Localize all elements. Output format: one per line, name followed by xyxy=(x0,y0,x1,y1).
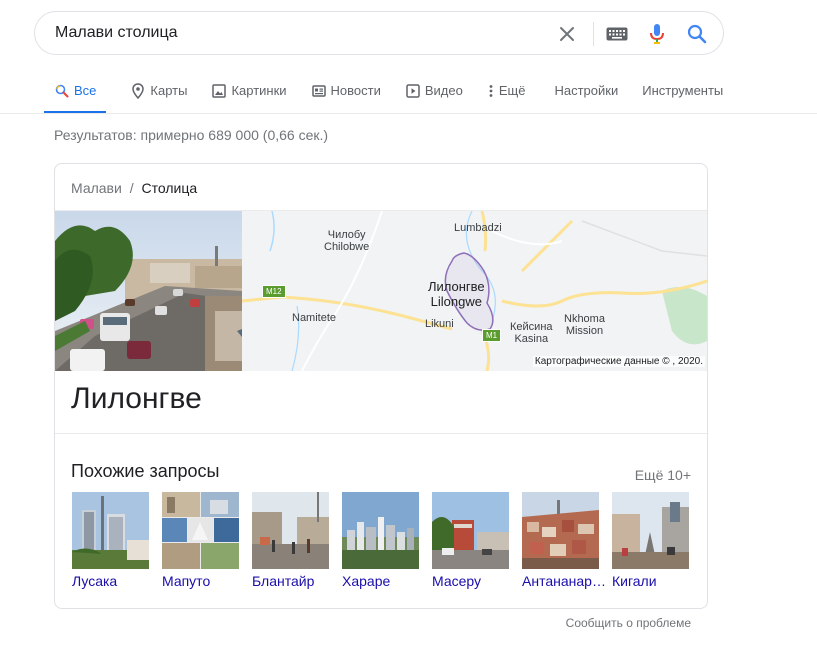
tab-label: Ещё xyxy=(498,83,526,98)
city-photo[interactable] xyxy=(55,211,242,371)
tab-label: Видео xyxy=(424,83,463,98)
related-label: Масеру xyxy=(432,573,482,589)
close-icon[interactable] xyxy=(555,22,579,46)
map-pin-icon xyxy=(130,83,146,99)
related-list: Лусака Мапуто Блантайр Хараре Масеру Ант… xyxy=(72,492,702,589)
related-more-link[interactable]: Ещё 10+ xyxy=(635,467,691,483)
related-item-harare[interactable]: Хараре xyxy=(342,492,419,589)
breadcrumb: Малави / Столица xyxy=(71,180,197,196)
related-title: Похожие запросы xyxy=(71,461,220,481)
tab-all[interactable]: Все xyxy=(44,76,107,114)
tab-more[interactable]: Ещё xyxy=(487,76,526,114)
search-divider xyxy=(593,22,594,46)
map-label-nkhoma: Nkhoma Mission xyxy=(564,313,605,337)
search-icon xyxy=(54,83,70,99)
related-thumbnail xyxy=(522,492,599,569)
related-item-maputo[interactable]: Мапуто xyxy=(162,492,239,589)
tab-video[interactable]: Видео xyxy=(405,76,463,114)
tab-images[interactable]: Картинки xyxy=(211,76,287,114)
road-badge-m1: M1 xyxy=(482,329,502,342)
tab-tools[interactable]: Инструменты xyxy=(642,76,723,114)
knowledge-card: Малави / Столица Чилобу Chilobwe Lumbadz… xyxy=(54,163,708,609)
media-row: Чилобу Chilobwe Lumbadzi Лилонгве Lilongwe… xyxy=(55,210,707,371)
tab-label: Новости xyxy=(330,83,381,98)
keyboard-icon[interactable] xyxy=(605,22,629,46)
related-thumbnail xyxy=(432,492,509,569)
related-item-kigali[interactable]: Кигали xyxy=(612,492,689,589)
related-item-maseru[interactable]: Масеру xyxy=(432,492,509,589)
breadcrumb-parent[interactable]: Малави xyxy=(71,180,122,196)
map-label-kasina: Кейсина Kasina xyxy=(510,321,553,345)
map-label-lumbadzi: Lumbadzi xyxy=(454,222,502,234)
video-icon xyxy=(405,83,421,99)
breadcrumb-separator: / xyxy=(129,180,134,196)
related-label: Хараре xyxy=(342,573,391,589)
map[interactable]: Чилобу Chilobwe Lumbadzi Лилонгве Lilongwe… xyxy=(242,211,707,371)
tab-news[interactable]: Новости xyxy=(311,76,381,114)
related-thumbnail xyxy=(342,492,419,569)
map-attribution: Картографические данные © , 2020. xyxy=(532,356,705,367)
search-icon[interactable] xyxy=(685,22,709,46)
entity-title: Лилонгве xyxy=(71,382,202,415)
related-thumbnail xyxy=(612,492,689,569)
related-label: Блантайр xyxy=(252,573,315,589)
tab-label: Картинки xyxy=(231,83,287,98)
search-tabs: Все Карты Картинки Новости Видео Ещё Нас… xyxy=(44,76,747,114)
more-vertical-icon xyxy=(487,83,495,99)
mic-icon[interactable] xyxy=(645,22,669,46)
related-item-lusaka[interactable]: Лусака xyxy=(72,492,149,589)
related-label: Лусака xyxy=(72,573,118,589)
map-label-lilongwe: Лилонгве Lilongwe xyxy=(428,279,485,309)
related-thumbnail xyxy=(252,492,329,569)
search-input[interactable] xyxy=(55,12,545,54)
related-item-blantyre[interactable]: Блантайр xyxy=(252,492,329,589)
tab-label: Все xyxy=(74,83,97,98)
breadcrumb-current: Столица xyxy=(141,180,198,196)
news-icon xyxy=(311,83,327,99)
tab-label: Инструменты xyxy=(642,83,724,98)
feedback-link[interactable]: Сообщить о проблеме xyxy=(566,616,691,630)
search-bar xyxy=(34,11,724,55)
related-thumbnail xyxy=(162,492,239,569)
map-label-chilobu: Чилобу Chilobwe xyxy=(324,229,370,253)
result-stats: Результатов: примерно 689 000 (0,66 сек.… xyxy=(54,127,329,143)
card-divider xyxy=(55,433,707,434)
tab-maps[interactable]: Карты xyxy=(130,76,187,114)
related-label: Кигали xyxy=(612,573,657,589)
tab-label: Настройки xyxy=(554,83,619,98)
related-label: Антананариву xyxy=(522,573,606,589)
related-item-antananarivo[interactable]: Антананариву xyxy=(522,492,606,589)
road-badge-m12: M12 xyxy=(262,285,286,298)
image-icon xyxy=(211,83,227,99)
tab-settings[interactable]: Настройки xyxy=(554,76,618,114)
map-label-likuni: Likuni xyxy=(425,318,454,330)
tab-label: Карты xyxy=(150,83,188,98)
related-thumbnail xyxy=(72,492,149,569)
tabs-divider xyxy=(0,113,817,114)
related-label: Мапуто xyxy=(162,573,211,589)
map-label-namitete: Namitete xyxy=(292,312,337,324)
